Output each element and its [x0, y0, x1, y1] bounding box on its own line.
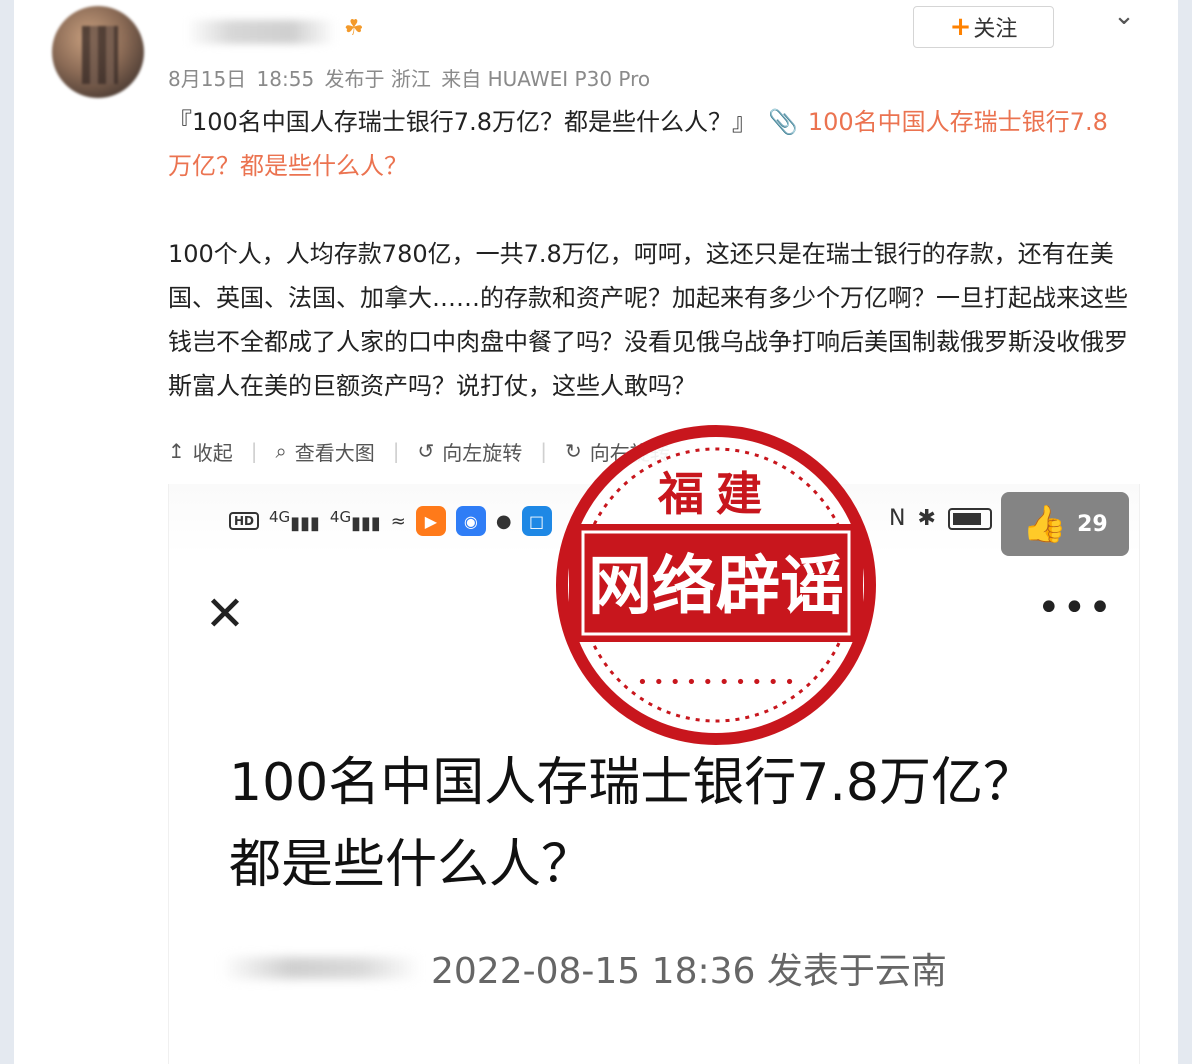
signal-4g-icon: 4G▮▮▮ — [269, 508, 320, 534]
phone-status-right: N ✱ — [889, 506, 992, 531]
rotate-left-button[interactable]: ↺ 向左旋转 — [417, 437, 522, 466]
like-count: 29 — [1077, 511, 1108, 537]
post-device: 来自 HUAWEI P30 Pro — [441, 67, 651, 91]
article-date-location: 2022-08-15 18:36 发表于云南 — [431, 951, 947, 992]
view-large-button[interactable]: ⌕ 查看大图 — [276, 437, 375, 466]
battery-icon — [947, 507, 992, 530]
hd-icon: HD — [229, 512, 260, 530]
post-title: 『100名中国人存瑞士银行7.8万亿？都是些什么人？』 — [168, 108, 756, 136]
post-time: 18:55 — [256, 67, 315, 91]
thumbs-up-icon: 👍 — [1022, 504, 1068, 545]
divider: | — [250, 439, 258, 463]
collapse-icon: ↥ — [168, 439, 185, 463]
app-icon: ◉ — [455, 506, 486, 536]
signal-4g-icon: 4G▮▮▮ — [329, 508, 381, 534]
post-location: 发布于 浙江 — [324, 67, 431, 91]
like-badge[interactable]: 👍 29 — [1001, 492, 1129, 556]
stamp-main-text: 网络辟谣 — [588, 549, 844, 624]
post-content: 『100名中国人存瑞士银行7.8万亿？都是些什么人？』 📎 100名中国人存瑞士银行… — [168, 100, 1128, 408]
phone-status-bar: HD 4G▮▮▮ 4G▮▮▮ ≈ ▶ ◉ ● □ — [229, 504, 552, 538]
avatar[interactable] — [52, 6, 144, 98]
bluetooth-icon: ✱ — [917, 506, 936, 531]
collapse-button[interactable]: ↥ 收起 — [168, 437, 233, 466]
follow-label: 关注 — [973, 17, 1018, 42]
follow-button[interactable]: + 关注 — [913, 6, 1054, 48]
more-options-icon[interactable]: ••• — [1037, 588, 1114, 628]
plus-icon: + — [949, 12, 972, 42]
chat-bubble-icon: ● — [495, 510, 512, 532]
post-date: 8月15日 — [168, 67, 247, 91]
stamp-top-text: 福建 — [657, 467, 774, 521]
stamp-dots: • • • • • • • • • • — [637, 672, 795, 693]
right-frame — [1178, 0, 1192, 1064]
blurred-author — [221, 957, 421, 979]
badge-icon: ☘ — [344, 16, 364, 41]
view-large-label: 查看大图 — [294, 440, 375, 465]
nfc-icon: N — [889, 506, 906, 531]
close-icon[interactable]: ✕ — [203, 590, 247, 638]
magnifier-icon: ⌕ — [275, 439, 287, 463]
rotate-left-label: 向左旋转 — [442, 440, 523, 465]
wifi-icon: ≈ — [390, 510, 406, 532]
rotate-left-icon: ↺ — [417, 439, 435, 463]
video-app-icon: ▶ — [415, 506, 446, 536]
divider: | — [392, 439, 400, 463]
post-meta: 8月15日 18:55 发布于 浙江 来自 HUAWEI P30 Pro — [168, 63, 654, 92]
link-icon: 📎 — [767, 108, 798, 136]
post-body: 100个人，人均存款780亿，一共7.8万亿，呵呵，这还只是在瑞士银行的存款，还… — [168, 240, 1128, 400]
collapse-label: 收起 — [192, 440, 233, 465]
divider: | — [540, 439, 547, 463]
rumor-debunk-stamp: 福建 网络辟谣 • • • • • • • • • • — [556, 425, 876, 745]
blurred-username[interactable] — [186, 20, 336, 44]
left-frame — [0, 0, 14, 1064]
article-headline: 100名中国人存瑞士银行7.8万亿？都是些什么人？ — [229, 753, 1035, 895]
chevron-down-icon[interactable]: ⌄ — [1108, 3, 1140, 29]
article-meta: 2022-08-15 18:36 发表于云南 — [221, 946, 1101, 992]
